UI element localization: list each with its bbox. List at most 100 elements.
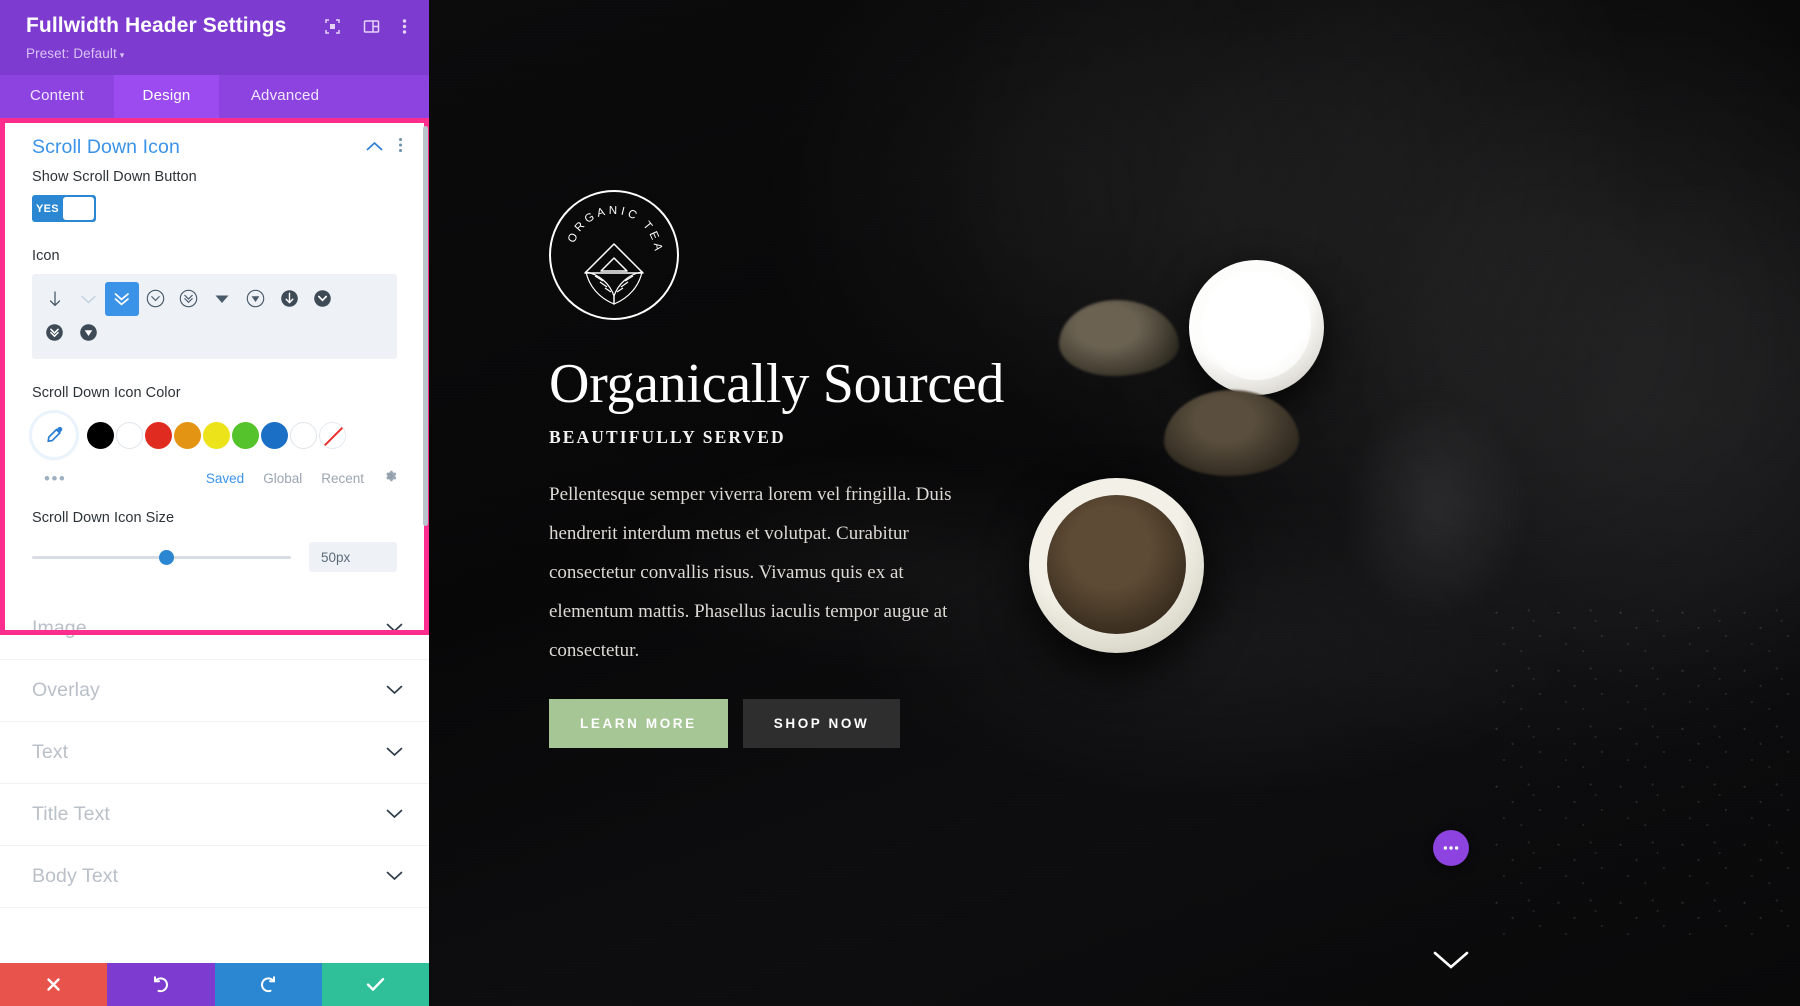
ellipsis-icon <box>1443 846 1459 850</box>
hero-buttons: LEARN MORE SHOP NOW <box>549 699 1069 749</box>
chevron-down-thin-icon[interactable] <box>72 282 106 316</box>
section-title: Title Text <box>32 803 110 825</box>
builder-fab-button[interactable] <box>1433 830 1469 866</box>
swatch-white[interactable] <box>116 421 143 449</box>
chevron-down-icon <box>386 744 403 762</box>
section-title: Body Text <box>32 865 119 887</box>
swatch-orange[interactable] <box>174 421 201 449</box>
more-options-icon[interactable] <box>402 18 407 40</box>
panel-layout-icon[interactable] <box>363 18 380 40</box>
section-header-scroll-down-icon[interactable]: Scroll Down Icon <box>0 118 429 169</box>
swatch-none[interactable] <box>319 421 346 449</box>
settings-tabs: Content Design Advanced <box>0 75 429 118</box>
tab-design[interactable]: Design <box>114 75 219 118</box>
swatch-green[interactable] <box>232 421 259 449</box>
close-x-icon <box>47 978 60 991</box>
swatch-red[interactable] <box>145 421 172 449</box>
section-title: Text <box>32 741 69 763</box>
section-title: Image <box>32 617 87 639</box>
filled-circle-arrow-down-icon[interactable] <box>273 282 307 316</box>
size-slider[interactable] <box>32 549 291 565</box>
undo-arrow-icon <box>154 976 169 993</box>
size-value-input[interactable]: 50px <box>309 542 397 572</box>
panel-header: Fullwidth Header Settings Preset: Defaul… <box>0 0 429 75</box>
chevron-down-icon <box>386 806 403 824</box>
logo-emblem: ORGANIC TEA <box>566 205 664 305</box>
chevron-down-icon <box>386 682 403 700</box>
tab-content[interactable]: Content <box>0 75 114 118</box>
section-title-text[interactable]: Title Text <box>0 784 429 846</box>
double-chevron-down-icon[interactable] <box>105 282 139 316</box>
gear-icon[interactable] <box>383 469 397 488</box>
chevron-up-icon[interactable] <box>366 139 383 157</box>
panel-scrollbar[interactable] <box>423 126 428 526</box>
icon-picker-grid <box>32 274 397 359</box>
filled-circle-triangle-down-icon[interactable] <box>72 316 106 350</box>
circle-triangle-down-icon[interactable] <box>239 282 273 316</box>
triangle-down-icon[interactable] <box>206 282 240 316</box>
page-preview: ORGANIC TEA Organically Sourced BEAUTIFU… <box>429 0 1800 1006</box>
scroll-down-button[interactable] <box>1431 948 1471 977</box>
divi-builder-screen: Fullwidth Header Settings Preset: Defaul… <box>0 0 1800 1006</box>
color-swatch-row <box>32 413 397 457</box>
tab-advanced[interactable]: Advanced <box>219 75 351 118</box>
toggle-knob <box>63 197 94 220</box>
size-slider-handle[interactable] <box>158 549 174 565</box>
swatch-white-outline[interactable] <box>290 421 317 449</box>
preset-selector[interactable]: Preset: Default ▾ <box>26 45 407 63</box>
color-tab-recent[interactable]: Recent <box>321 471 364 486</box>
learn-more-button[interactable]: LEARN MORE <box>549 699 728 749</box>
section-title: Overlay <box>32 679 100 701</box>
section-text[interactable]: Text <box>0 722 429 784</box>
show-scroll-down-toggle[interactable]: YES <box>32 195 96 222</box>
field-scroll-down-icon-size: Scroll Down Icon Size 50px <box>0 510 429 598</box>
more-colors-icon[interactable]: ••• <box>44 470 66 487</box>
undo-button[interactable] <box>107 963 215 1006</box>
chevron-down-icon <box>386 620 403 638</box>
swatch-blue[interactable] <box>261 421 288 449</box>
section-body-text[interactable]: Body Text <box>0 846 429 908</box>
arrow-down-icon[interactable] <box>38 282 72 316</box>
chevron-down-icon: ▾ <box>119 50 125 60</box>
panel-action-bar <box>0 963 429 1006</box>
field-label: Show Scroll Down Button <box>32 169 197 185</box>
size-slider-row: 50px <box>32 542 397 572</box>
collapsed-sections: Image Overlay Text Title Text Body Text <box>0 598 429 908</box>
preset-label: Preset: Default <box>26 46 117 61</box>
save-button[interactable] <box>321 963 429 1006</box>
field-icon: Icon <box>0 248 429 359</box>
field-show-scroll-down-button: Show Scroll Down Button YES <box>0 169 429 222</box>
redo-arrow-icon <box>260 976 275 993</box>
kebab-menu-icon[interactable] <box>398 137 403 158</box>
color-tab-saved[interactable]: Saved <box>206 471 244 486</box>
chevron-down-icon <box>386 868 403 886</box>
color-tab-global[interactable]: Global <box>263 471 302 486</box>
svg-text:ORGANIC TEA: ORGANIC TEA <box>566 205 664 255</box>
panel-scroll-body: Scroll Down Icon Show Scroll Down Button… <box>0 118 429 963</box>
hero-subtitle: BEAUTIFULLY SERVED <box>549 427 786 448</box>
water-droplets <box>1489 600 1800 940</box>
swatch-yellow[interactable] <box>203 421 230 449</box>
redo-button[interactable] <box>214 963 322 1006</box>
circle-chevron-down-icon[interactable] <box>139 282 173 316</box>
active-section-highlight-edge <box>0 118 5 635</box>
page-title: Fullwidth Header Settings <box>26 14 287 37</box>
field-label: Scroll Down Icon Size <box>32 510 175 526</box>
hero-title: Organically Sourced <box>549 353 1005 415</box>
filled-circle-double-chevron-down-icon[interactable] <box>38 316 72 350</box>
organic-tea-logo: ORGANIC TEA <box>549 190 679 320</box>
toggle-value: YES <box>36 202 59 215</box>
circle-double-chevron-down-icon[interactable] <box>172 282 206 316</box>
swatch-black[interactable] <box>87 421 114 449</box>
responsive-preview-icon[interactable] <box>324 18 341 40</box>
section-image[interactable]: Image <box>0 598 429 660</box>
shop-now-button[interactable]: SHOP NOW <box>742 699 901 749</box>
cancel-button[interactable] <box>0 963 108 1006</box>
checkmark-icon <box>366 978 385 991</box>
section-overlay[interactable]: Overlay <box>0 660 429 722</box>
panel-header-icons <box>324 14 407 40</box>
eyedropper-icon[interactable] <box>32 413 76 457</box>
filled-circle-chevron-down-icon[interactable] <box>306 282 340 316</box>
field-label: Icon <box>32 248 60 264</box>
section-title: Scroll Down Icon <box>32 136 180 158</box>
